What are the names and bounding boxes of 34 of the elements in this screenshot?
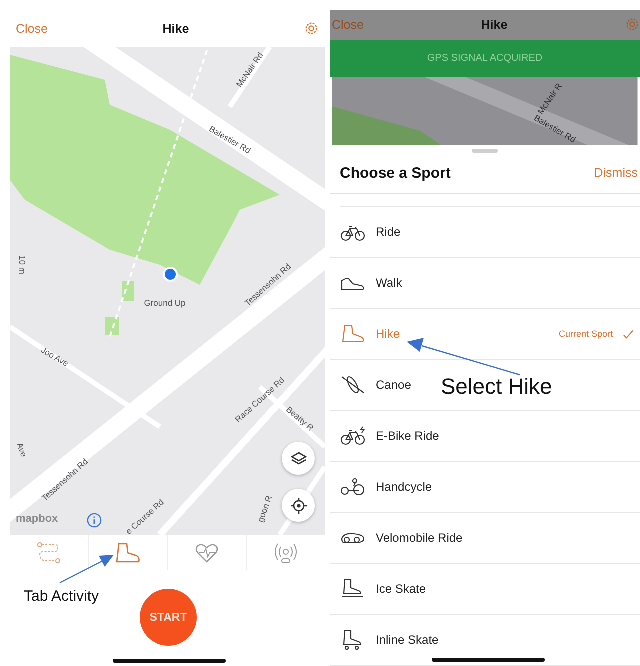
sport-item[interactable]: Velomobile Ride [330,513,640,564]
current-sport-label: Current Sport [558,329,613,339]
heartbeat-icon [195,542,219,564]
annotation-text: Select Hike [441,374,552,400]
boot-icon [115,542,141,564]
sport-item[interactable]: E-Bike Ride [330,411,640,462]
kayak-icon [340,375,366,395]
map-label: goon R [256,494,274,524]
handcycle-icon [340,477,366,497]
sheet-title: Choose a Sport [340,164,451,182]
sport-item[interactable]: Walk [330,258,640,309]
drag-handle[interactable] [472,149,498,153]
checkmark-icon [623,330,634,338]
info-icon[interactable] [87,513,102,528]
map-label: Ave [16,442,28,458]
map-label: Joo Ave [40,346,70,368]
skate-icon [340,579,366,599]
crosshair-icon [290,498,306,514]
gps-banner: GPS SIGNAL ACQUIRED [330,40,640,77]
map-label: Ground Up [144,298,186,308]
sport-item[interactable]: Ice Skate [330,564,640,615]
boot-icon [340,324,366,344]
ebike-icon [340,426,366,446]
mapbox-logo: mapbox [16,513,58,525]
layers-icon [290,452,306,466]
route-icon [37,542,61,564]
annotation-text: Tab Activity [24,588,100,605]
sport-item[interactable]: Ride [330,207,640,258]
sport-item[interactable]: Handcycle [330,462,640,513]
screen-title: Hike [162,22,190,36]
screen-title: Hike [481,18,508,32]
sensor-icon [274,542,298,564]
settings-icon[interactable] [304,21,319,36]
map-label: 10 m [18,256,26,274]
